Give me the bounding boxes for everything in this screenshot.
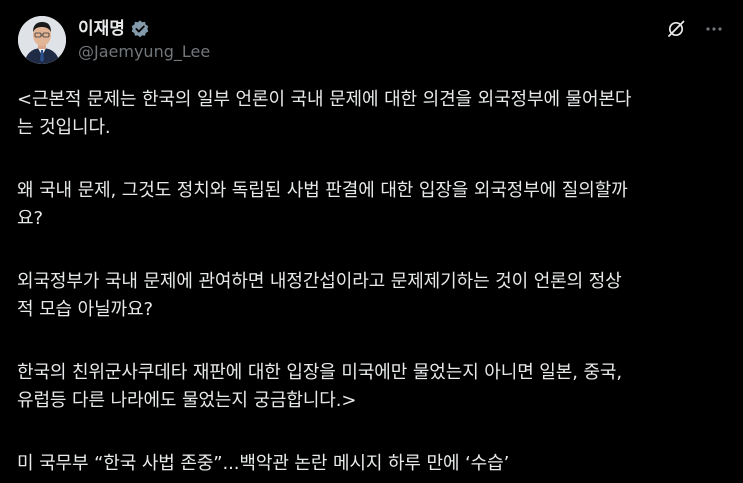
post-card: 이재명 @Jaemyung_Lee <근본적 문제는 한국의 일부 언론이 국내… [0,0,743,483]
display-name[interactable]: 이재명 [78,18,125,40]
more-options-button[interactable] [703,20,725,42]
post-paragraph: <근본적 문제는 한국의 일부 언론이 국내 문제에 대한 의견을 외국정부에 … [17,86,729,142]
post-line: 유럽등 다른 나라에도 물었는지 궁금합니다.> [17,390,357,411]
more-dots-icon [704,19,724,43]
name-row: 이재명 [78,17,210,41]
post-line: 적 모습 아닐까요? [17,299,153,320]
avatar[interactable] [18,16,66,64]
grok-button[interactable] [665,20,687,42]
verified-badge-icon [130,19,150,39]
grok-icon [666,19,686,43]
post-line: 외국정부가 국내 문제에 관여하면 내정간섭이라고 문제제기하는 것이 언론의 … [17,271,622,292]
post-paragraph: 한국의 친위군사쿠데타 재판에 대한 입장을 미국에만 물었는지 아니면 일본,… [17,359,729,415]
post-line: 는 것입니다. [17,117,111,138]
post-actions [665,20,725,42]
post-paragraph: 왜 국내 문제, 그것도 정치와 독립된 사법 판결에 대한 입장을 외국정부에… [17,177,729,233]
post-line: 한국의 친위군사쿠데타 재판에 대한 입장을 미국에만 물었는지 아니면 일본,… [17,362,623,383]
post-line: <근본적 문제는 한국의 일부 언론이 국내 문제에 대한 의견을 외국정부에 … [17,89,632,110]
author-block: 이재명 @Jaemyung_Lee [78,17,210,62]
post-paragraph: 외국정부가 국내 문제에 관여하면 내정간섭이라고 문제제기하는 것이 언론의 … [17,268,729,324]
avatar-portrait-image [18,16,66,64]
post-line: 왜 국내 문제, 그것도 정치와 독립된 사법 판결에 대한 입장을 외국정부에… [17,180,628,201]
post-paragraph-headline: 미 국무부 “한국 사법 존중”...백악관 논란 메시지 하루 만에 ‘수습’ [17,450,729,478]
post-line: 미 국무부 “한국 사법 존중”...백악관 논란 메시지 하루 만에 ‘수습’ [17,453,510,474]
post-text: <근본적 문제는 한국의 일부 언론이 국내 문제에 대한 의견을 외국정부에 … [17,86,729,478]
user-handle[interactable]: @Jaemyung_Lee [78,42,210,62]
post-line: 요? [17,208,43,229]
